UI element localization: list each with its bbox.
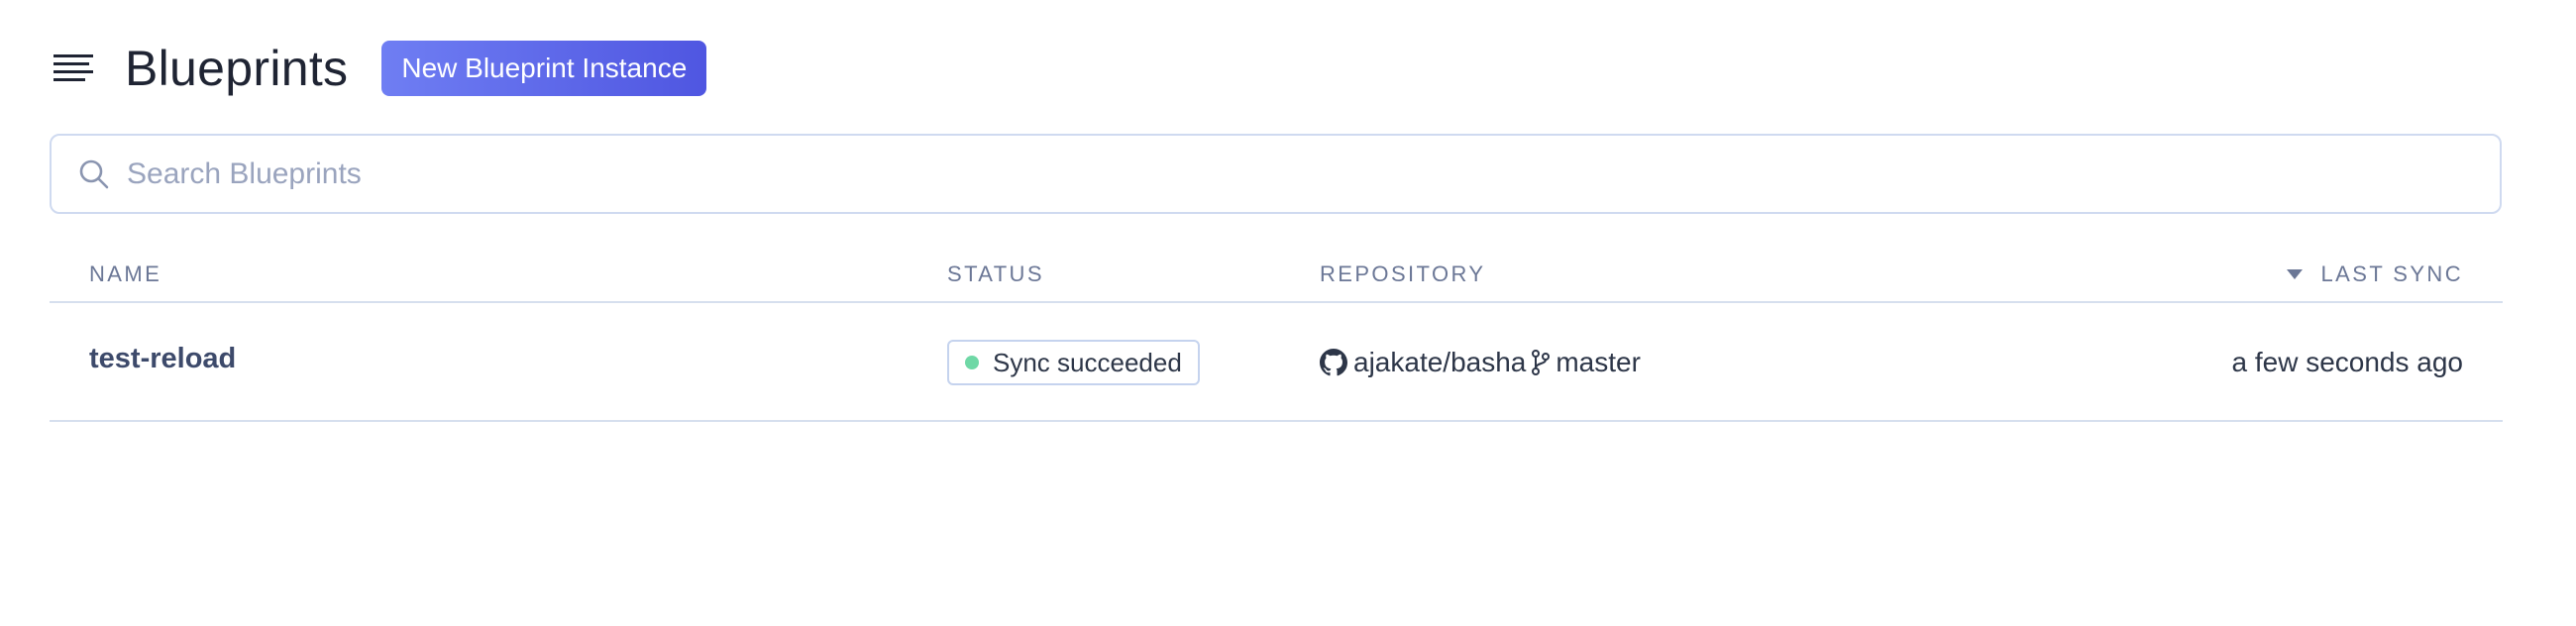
github-icon [1320,349,1347,376]
status-badge: Sync succeeded [947,340,1200,385]
column-header-repository[interactable]: REPOSITORY [1320,261,1485,287]
page-title: Blueprints [125,41,349,96]
status-dot-icon [965,356,979,369]
search-input[interactable] [127,136,2500,212]
status-text: Sync succeeded [993,347,1182,377]
page-header: Blueprints New Blueprint Instance [52,38,707,99]
column-header-name[interactable]: NAME [89,261,161,287]
new-blueprint-instance-button[interactable]: New Blueprint Instance [381,41,707,96]
column-header-last-sync-label: LAST SYNC [2320,261,2463,286]
table-header: NAME STATUS REPOSITORY LAST SYNC [50,246,2503,303]
repository-name[interactable]: ajakate/basha [1353,347,1526,378]
column-header-last-sync[interactable]: LAST SYNC [2286,261,2463,287]
branch-name: master [1556,347,1641,377]
last-sync-time: a few seconds ago [2231,347,2464,377]
menu-lines-icon[interactable] [52,51,95,86]
blueprints-table: NAME STATUS REPOSITORY LAST SYNC test-re… [50,246,2503,422]
caret-down-icon [2286,268,2304,280]
repository-cell: ajakate/basha master [1320,347,1641,378]
search-icon [77,157,111,191]
blueprint-name-link[interactable]: test-reload [89,343,236,375]
column-header-status[interactable]: STATUS [947,261,1044,287]
search-box [50,134,2502,214]
table-row[interactable]: test-reload Sync succeeded ajakate/basha [50,303,2503,422]
git-branch-icon [1530,349,1552,376]
